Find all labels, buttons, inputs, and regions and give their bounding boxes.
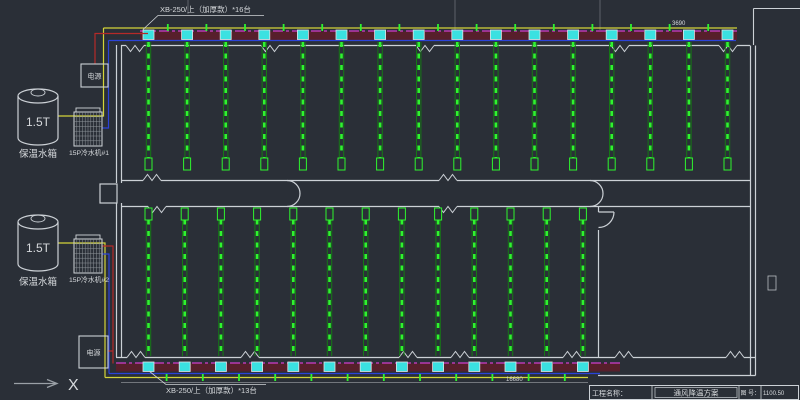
fan-duct-pipe <box>396 208 407 372</box>
room-divider-door <box>599 212 615 228</box>
fan-duct-pipe <box>505 208 516 372</box>
title-block-number-value: 1100.50 <box>763 391 785 397</box>
power2-label: 电源 <box>87 348 101 357</box>
fan-duct-pipe <box>433 208 444 372</box>
bottom-duct-annotation: XB-250/上（加厚款）*13台 <box>166 385 257 395</box>
ucs-x-axis-marker <box>14 380 57 388</box>
duct-fan-unit <box>182 30 193 40</box>
corridor-door-arcs <box>287 181 603 207</box>
bottom-fan-duct-row <box>143 208 588 381</box>
duct-fan-unit <box>396 362 407 372</box>
duct-fan-unit <box>215 362 226 372</box>
fan-duct-pipe <box>179 208 190 372</box>
chiller1-label: 15P冷水机#1 <box>69 148 109 157</box>
fan-duct-pipe <box>336 30 347 170</box>
tank2-capacity-label: 1.5T <box>26 241 51 255</box>
duct-fan-unit <box>433 362 444 372</box>
duct-fan-unit <box>577 362 588 372</box>
fan-duct-pipe <box>215 208 226 372</box>
chiller-fins <box>74 112 102 273</box>
duct-fan-unit <box>143 362 154 372</box>
fan-duct-pipe <box>182 30 193 170</box>
duct-fan-unit <box>452 30 463 40</box>
fan-duct-pipe <box>259 30 270 170</box>
fan-duct-pipe <box>220 30 231 170</box>
floor-plan-drawing: 1.5T 保温水箱 1.5T 保温水箱 15P冷水机#1 15P冷水机#2 电源… <box>0 0 800 400</box>
tank2-name-label: 保温水箱 <box>19 276 57 288</box>
tank1-name-label: 保温水箱 <box>19 148 57 160</box>
annotation-leaders <box>143 16 266 385</box>
duct-fan-unit <box>490 30 501 40</box>
duct-fan-unit <box>179 362 190 372</box>
duct-fan-unit <box>297 30 308 40</box>
corridor-walls <box>121 181 750 207</box>
fan-duct-pipe <box>252 208 263 372</box>
duct-fan-unit <box>541 362 552 372</box>
corridor-vestibule <box>100 184 117 203</box>
fan-duct-pipe <box>577 208 588 372</box>
duct-fan-unit <box>288 362 299 372</box>
duct-fan-unit <box>413 30 424 40</box>
axis-x-label: X <box>68 377 79 394</box>
duct-fan-unit <box>645 30 656 40</box>
duct-fan-unit <box>722 30 733 40</box>
duct-fan-unit <box>252 362 263 372</box>
duct-fan-unit <box>529 30 540 40</box>
fan-duct-pipe <box>645 30 656 170</box>
fan-duct-pipe <box>143 208 154 372</box>
right-wall-marker <box>768 276 776 290</box>
fan-duct-pipe <box>143 30 154 170</box>
tank-lid-icon <box>31 89 45 96</box>
fan-duct-pipe <box>683 30 694 170</box>
fan-duct-pipe <box>452 30 463 170</box>
chiller2-label: 15P冷水机#2 <box>69 275 109 284</box>
fan-duct-pipe <box>529 30 540 170</box>
fan-duct-pipe <box>288 208 299 372</box>
right-wall <box>751 46 756 376</box>
fan-duct-pipe <box>324 208 335 372</box>
dimension-bottom: 16680 <box>506 377 523 383</box>
power1-label: 电源 <box>88 72 102 81</box>
duct-fan-unit <box>336 30 347 40</box>
fan-duct-pipe <box>413 30 424 170</box>
duct-fan-unit <box>259 30 270 40</box>
duct-fan-unit <box>469 362 480 372</box>
dimension-top: 3690 <box>672 21 686 27</box>
duct-fan-unit <box>360 362 371 372</box>
duct-fan-unit <box>143 30 154 40</box>
duct-fan-unit <box>568 30 579 40</box>
fan-duct-pipe <box>568 30 579 170</box>
fan-duct-pipe <box>469 208 480 372</box>
fan-duct-pipe <box>541 208 552 372</box>
duct-fan-unit <box>606 30 617 40</box>
duct-fan-unit <box>505 362 516 372</box>
tank-lid-icon <box>31 215 45 222</box>
top-duct-annotation: XB-250/上（加厚款）*16台 <box>160 4 251 14</box>
cad-canvas[interactable]: 1.5T 保温水箱 1.5T 保温水箱 15P冷水机#1 15P冷水机#2 电源… <box>0 0 800 400</box>
fan-duct-pipe <box>297 30 308 170</box>
duct-fan-unit <box>683 30 694 40</box>
fan-duct-pipe <box>375 30 386 170</box>
title-block-number-label: 图 号： <box>741 390 761 397</box>
fan-duct-pipe <box>360 208 371 372</box>
title-block-project-label: 工程名称： <box>592 389 627 398</box>
duct-fan-unit <box>375 30 386 40</box>
title-block-project-name: 通风降温方案 <box>674 388 719 398</box>
duct-fan-unit <box>220 30 231 40</box>
duct-fan-unit <box>324 362 335 372</box>
fan-duct-pipe <box>490 30 501 170</box>
tank1-capacity-label: 1.5T <box>26 115 51 129</box>
